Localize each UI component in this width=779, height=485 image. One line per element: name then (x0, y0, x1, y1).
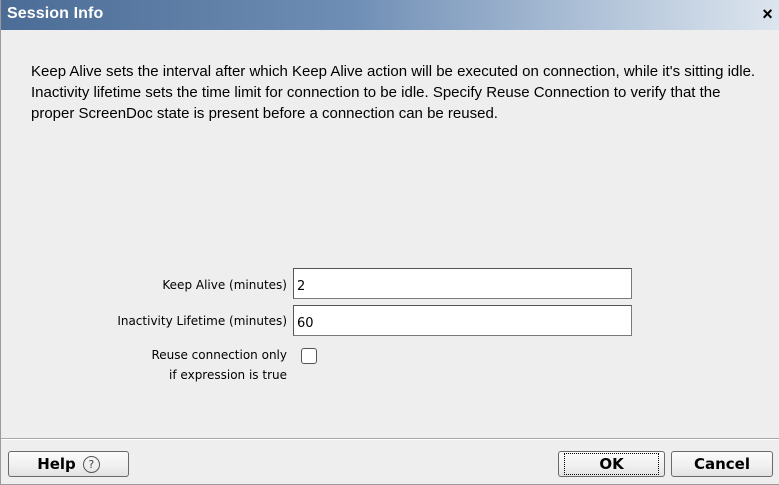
keep-alive-input[interactable] (293, 268, 632, 299)
close-icon: × (762, 4, 773, 24)
ok-button[interactable]: OK (558, 451, 665, 477)
inactivity-lifetime-input[interactable] (293, 305, 632, 336)
title-bar[interactable]: Session Info × (1, 0, 779, 30)
keep-alive-label: Keep Alive (minutes) (162, 278, 287, 292)
session-info-dialog: Session Info × Keep Alive sets the inter… (0, 0, 779, 485)
ok-button-label: OK (564, 453, 659, 475)
reuse-connection-label-line2: if expression is true (169, 368, 287, 382)
footer-separator (1, 438, 779, 440)
inactivity-lifetime-label: Inactivity Lifetime (minutes) (117, 314, 287, 328)
reuse-connection-checkbox[interactable] (301, 348, 317, 364)
close-button[interactable]: × (758, 5, 777, 24)
description-text: Keep Alive sets the interval after which… (31, 63, 756, 122)
help-circle-icon: ? (82, 455, 100, 473)
cancel-button-label: Cancel (693, 455, 750, 473)
help-button-label: Help (37, 455, 76, 473)
help-button[interactable]: Help ? (8, 451, 129, 477)
window-title: Session Info (7, 5, 104, 22)
reuse-connection-label-line1: Reuse connection only (151, 348, 287, 362)
cancel-button[interactable]: Cancel (671, 451, 773, 477)
